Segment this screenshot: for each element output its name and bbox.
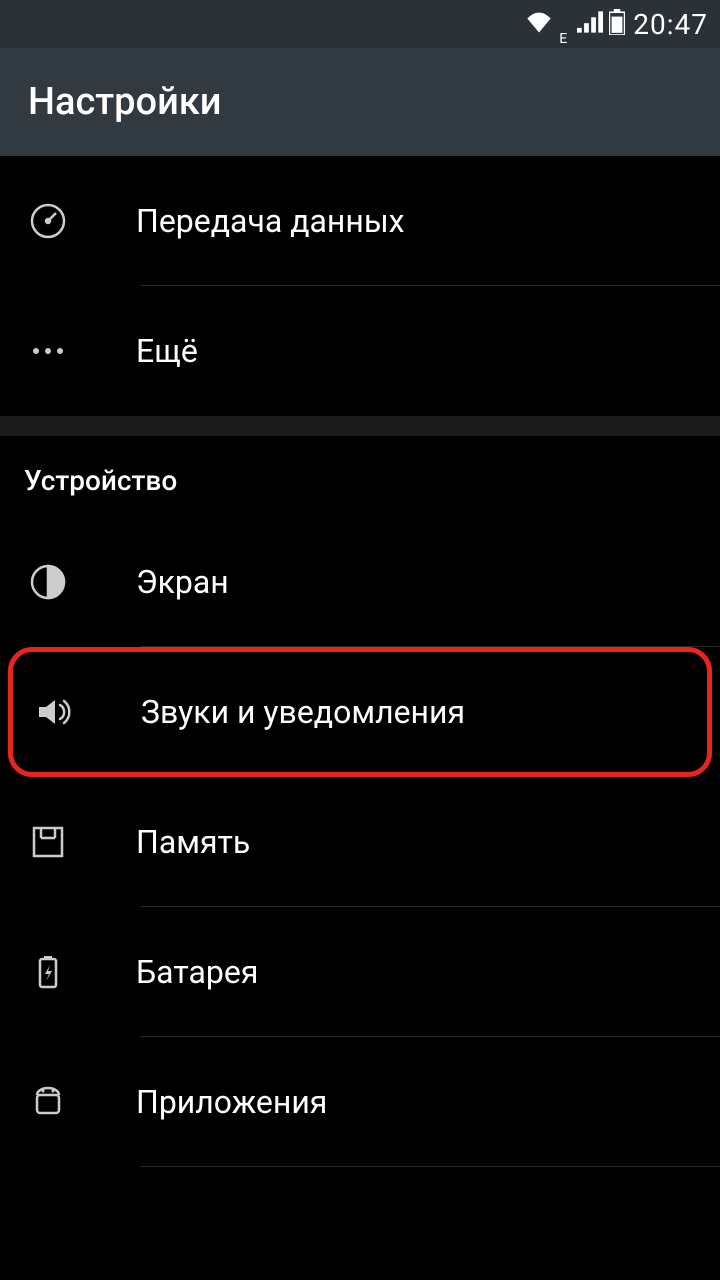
- settings-item-data-usage[interactable]: Передача данных: [0, 156, 720, 286]
- data-usage-icon: [28, 201, 100, 241]
- settings-item-battery[interactable]: Батарея: [0, 907, 720, 1037]
- settings-label: Приложения: [100, 1083, 692, 1121]
- settings-item-sound[interactable]: Звуки и уведомления: [8, 647, 712, 777]
- storage-icon: [28, 822, 100, 862]
- divider: [140, 1166, 720, 1167]
- section-divider: [0, 416, 720, 436]
- status-time: 20:47: [633, 8, 708, 41]
- app-bar: Настройки: [0, 48, 720, 156]
- section-header-device: Устройство: [0, 436, 720, 517]
- settings-list: Передача данных Ещё Устройство Экран: [0, 156, 720, 1167]
- signal-icon: [577, 11, 603, 37]
- settings-label: Ещё: [100, 332, 692, 370]
- more-icon: [28, 331, 100, 371]
- settings-label: Звуки и уведомления: [105, 693, 687, 731]
- display-icon: [28, 562, 100, 602]
- settings-label: Передача данных: [100, 202, 692, 240]
- wifi-icon: [525, 11, 553, 37]
- settings-item-display[interactable]: Экран: [0, 517, 720, 647]
- battery-icon: [609, 9, 625, 39]
- settings-item-more[interactable]: Ещё: [0, 286, 720, 416]
- status-bar: E 20:47: [0, 0, 720, 48]
- apps-icon: [28, 1082, 100, 1122]
- settings-label: Батарея: [100, 953, 692, 991]
- settings-label: Экран: [100, 563, 692, 601]
- page-title: Настройки: [28, 80, 222, 124]
- status-icons: E: [525, 9, 625, 39]
- settings-item-apps[interactable]: Приложения: [0, 1037, 720, 1167]
- sound-icon: [33, 692, 105, 732]
- battery-icon: [28, 952, 100, 992]
- settings-item-storage[interactable]: Память: [0, 777, 720, 907]
- settings-label: Память: [100, 823, 692, 861]
